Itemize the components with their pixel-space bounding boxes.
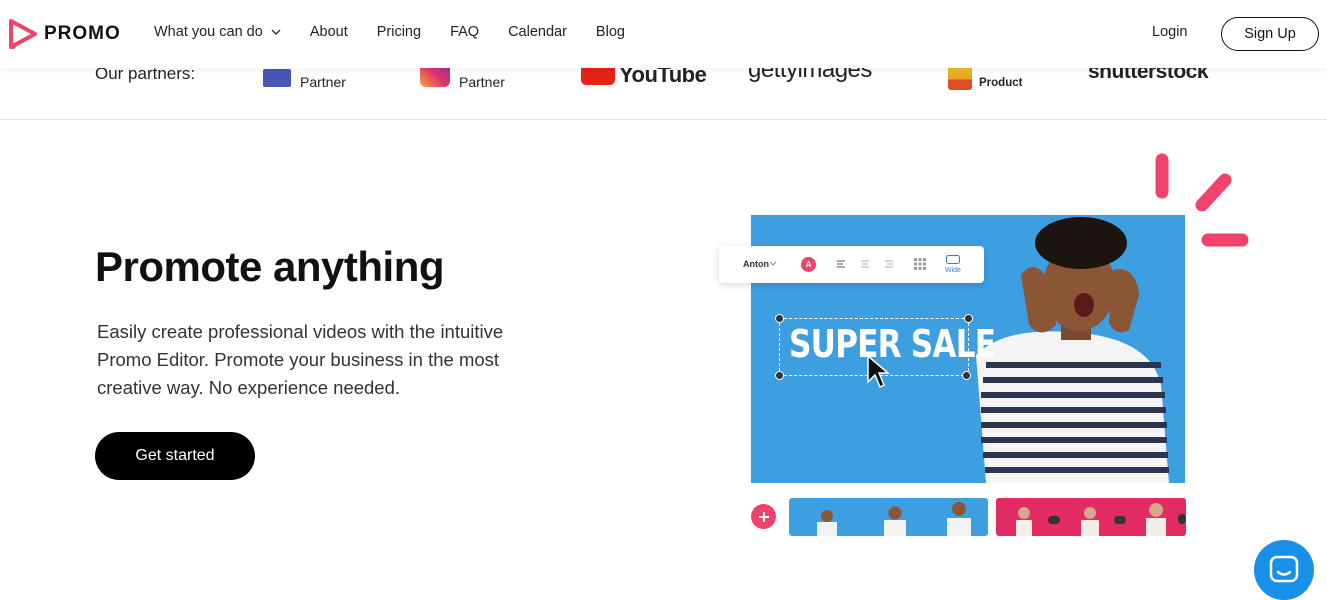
timeline-clip-1[interactable]: [789, 498, 988, 536]
clip-thumbnail: [1016, 503, 1186, 536]
nav-item-label: What you can do: [154, 24, 263, 40]
resize-handle[interactable]: [775, 371, 784, 380]
timeline-clip-2[interactable]: [996, 498, 1186, 536]
facebook-icon: [263, 69, 291, 87]
wide-label: Wide: [945, 267, 961, 274]
nav-item-label: Calendar: [508, 24, 567, 40]
hero-title: Promote anything: [95, 243, 445, 290]
brand-name: PROMO: [44, 23, 121, 44]
resize-handle[interactable]: [962, 371, 971, 380]
chat-widget-button[interactable]: [1254, 540, 1314, 600]
nav-item-label: Blog: [595, 24, 625, 40]
nav-item-what-you-can-do[interactable]: What you can do: [154, 24, 281, 40]
hero-description: Easily create professional videos with t…: [97, 321, 504, 398]
nav-item-label: FAQ: [450, 24, 480, 40]
text-color-swatch[interactable]: A: [801, 257, 816, 272]
nav-item-faq[interactable]: FAQ: [450, 24, 479, 40]
signup-button[interactable]: Sign Up: [1221, 17, 1319, 51]
super-sale-overlay-text[interactable]: SUPER SALE: [789, 322, 996, 366]
add-clip-button[interactable]: [751, 504, 776, 529]
partner-caption: Partner: [300, 74, 346, 90]
nav-item-label: About: [309, 24, 348, 40]
main-nav: What you can do About Pricing FAQ Calend…: [154, 24, 654, 40]
resize-handle[interactable]: [775, 314, 784, 323]
nav-item-blog[interactable]: Blog: [596, 24, 625, 40]
nav-item-pricing[interactable]: Pricing: [377, 24, 421, 40]
clip-thumbnail: [817, 502, 971, 536]
nav-item-label: Pricing: [376, 24, 422, 40]
text-align-icons[interactable]: [837, 259, 893, 269]
chat-icon: [1269, 555, 1299, 583]
font-selector[interactable]: Anton: [743, 259, 769, 269]
text-edit-toolbar: Anton A Wide: [719, 246, 984, 283]
promo-logo[interactable]: PROMO: [8, 18, 121, 50]
partner-caption: Partner: [459, 74, 505, 90]
top-header: PROMO What you can do About Pricing FAQ …: [0, 0, 1327, 68]
nav-item-calendar[interactable]: Calendar: [508, 24, 567, 40]
mouse-cursor-icon: [867, 354, 890, 389]
plus-icon: [758, 511, 769, 522]
chevron-down-icon: [769, 261, 777, 266]
login-link[interactable]: Login: [1152, 24, 1187, 40]
nav-item-about[interactable]: About: [310, 24, 348, 40]
promo-play-icon: [9, 19, 37, 49]
chevron-down-icon: [271, 29, 281, 35]
grid-icon[interactable]: [914, 258, 926, 270]
partner-caption: Product: [979, 77, 1023, 89]
resize-handle[interactable]: [964, 314, 973, 323]
get-started-button[interactable]: Get started: [95, 432, 255, 480]
wide-aspect-icon[interactable]: [946, 255, 960, 264]
